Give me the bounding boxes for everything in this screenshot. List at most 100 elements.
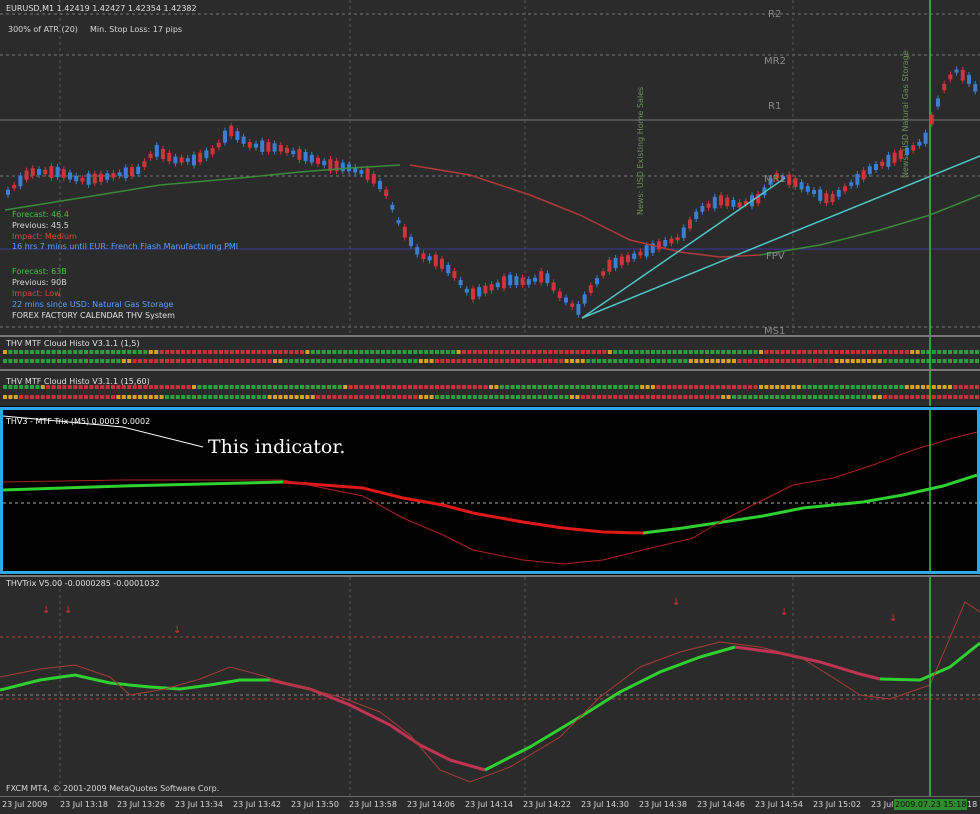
histo-cell xyxy=(726,359,731,363)
candle-body xyxy=(799,182,804,190)
histo-cell xyxy=(883,359,888,363)
histo-cell xyxy=(586,359,591,363)
mtf-trix-pane[interactable]: THV3 - MTF Trix (M5) 0.0003 0.0002 This … xyxy=(0,407,980,574)
price-chart-canvas[interactable] xyxy=(0,0,980,335)
pivot-label-r2: R2 xyxy=(768,9,782,20)
histo-cell xyxy=(861,385,866,389)
histo-cell xyxy=(548,359,553,363)
histo-cell xyxy=(499,385,504,389)
histo-cell xyxy=(505,385,510,389)
histo-cell xyxy=(764,385,769,389)
cloud-histo-2-pane[interactable]: THV MTF Cloud Histo V3.1.1 (15,60) xyxy=(0,371,980,406)
histo-cell xyxy=(402,385,407,389)
histo-cell xyxy=(413,350,418,354)
histo-cell xyxy=(84,395,88,399)
candle-body xyxy=(967,74,971,84)
histo-cell xyxy=(613,385,618,389)
histo-cell xyxy=(769,359,774,363)
histo-cell xyxy=(478,395,483,399)
histo-cell xyxy=(229,395,234,399)
histo-cell xyxy=(348,385,353,389)
histo-cell xyxy=(953,385,958,389)
histo-cell xyxy=(640,385,645,389)
candle-body xyxy=(508,274,513,286)
histo-cell xyxy=(672,350,677,354)
histo-cell xyxy=(240,359,245,363)
histo-cell xyxy=(742,359,747,363)
histo-cell xyxy=(737,350,742,354)
candle-body xyxy=(316,157,320,164)
histo-cell xyxy=(343,350,348,354)
candle-body xyxy=(167,152,172,162)
candle-body xyxy=(458,279,463,286)
thv-trix-pane[interactable]: ↓ ↓ ↓ ↓ ↓ ↓ THVTrix V5.00 -0.0000285 -0.00010… xyxy=(0,577,980,796)
histo-cell xyxy=(84,359,88,363)
histo-cell xyxy=(143,385,148,389)
candle-body xyxy=(880,161,885,167)
histo-cell xyxy=(618,385,623,389)
histo-cell xyxy=(526,359,531,363)
histo-cell xyxy=(726,385,731,389)
histo-cell xyxy=(478,385,483,389)
histo-cell xyxy=(867,359,871,363)
histo-cell xyxy=(921,395,925,399)
histo-cell xyxy=(818,385,823,389)
candle-body xyxy=(74,175,79,182)
histo-cell xyxy=(478,359,483,363)
histo-cell xyxy=(521,350,526,354)
histo-cell xyxy=(267,350,272,354)
histo-cell xyxy=(186,385,191,389)
candle-body xyxy=(706,203,711,208)
histo-cell xyxy=(213,359,218,363)
histo-cell xyxy=(78,350,83,354)
histo-cell xyxy=(456,385,461,389)
histo-cell xyxy=(327,350,331,354)
histo-cell xyxy=(823,359,828,363)
histo-cell xyxy=(904,359,909,363)
histo-cell xyxy=(840,385,844,389)
histo-cell xyxy=(721,359,726,363)
candle-body xyxy=(582,294,587,304)
histo-cell xyxy=(429,385,434,389)
candle-body xyxy=(954,69,959,73)
histo-cell xyxy=(629,395,634,399)
histo-cell xyxy=(154,359,159,363)
histo-cell xyxy=(462,385,466,389)
histo-cell xyxy=(13,395,18,399)
histo-cell xyxy=(796,395,801,399)
histo-cell xyxy=(170,385,175,389)
candle-body xyxy=(204,150,209,159)
histo-cell xyxy=(289,385,294,389)
main-chart[interactable]: EURUSD,M1 1.42419 1.42427 1.42354 1.4238… xyxy=(0,0,980,335)
histo-cell xyxy=(127,359,132,363)
histo-cell xyxy=(89,359,94,363)
histo-cell xyxy=(251,385,256,389)
histo-cell xyxy=(678,359,682,363)
histo-cell xyxy=(753,350,758,354)
histo-cell xyxy=(559,359,564,363)
histo-cell xyxy=(840,350,844,354)
candle-body xyxy=(564,297,568,303)
candle-body xyxy=(960,69,965,81)
cloud-histo-1-pane[interactable]: THV MTF Cloud Histo V3.1.1 (1,5) xyxy=(0,337,980,369)
histo-cell xyxy=(915,395,920,399)
histo-cell xyxy=(202,395,207,399)
histo-cell xyxy=(705,385,709,389)
histo-cell xyxy=(273,359,277,363)
candle-body xyxy=(266,141,271,152)
candle-body xyxy=(384,189,389,196)
histo-cell xyxy=(381,395,385,399)
candle-body xyxy=(855,174,860,185)
histo-cell xyxy=(845,350,850,354)
histo-cell xyxy=(942,359,947,363)
histo-cell xyxy=(829,350,834,354)
time-label-edge: 18 xyxy=(967,800,978,809)
histo-cell xyxy=(192,385,196,389)
histo-cell xyxy=(251,395,256,399)
histo-cell xyxy=(343,359,348,363)
histo-cell xyxy=(224,385,229,389)
histo-cell xyxy=(764,350,769,354)
histo-cell xyxy=(111,359,115,363)
candle-body xyxy=(595,278,599,285)
histo-cell xyxy=(456,395,461,399)
